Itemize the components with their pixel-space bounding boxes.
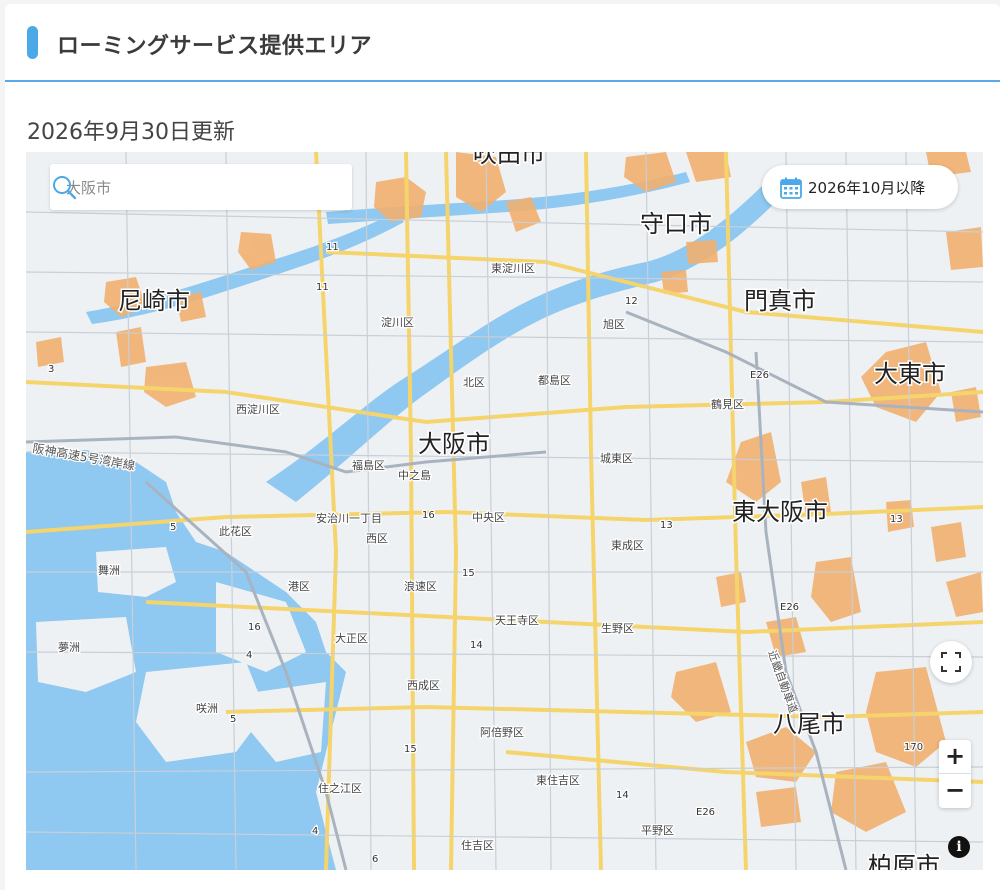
calendar-icon: [780, 177, 802, 199]
road-number: 14: [616, 790, 629, 801]
search-input[interactable]: [64, 164, 308, 212]
ward-label: 咲洲: [196, 701, 218, 715]
road-number: 170: [904, 742, 923, 753]
ward-label: 西区: [366, 532, 388, 545]
roaming-area-panel: ローミングサービス提供エリア 2026年9月30日更新 吹田市 守口市 尼崎市 …: [5, 4, 1000, 890]
ward-label: 鶴見区: [711, 397, 744, 411]
road-number: 4: [312, 826, 318, 837]
road-number: 15: [462, 568, 475, 579]
city-label: 吹田市: [473, 152, 545, 168]
road-number: 5: [230, 714, 236, 725]
ward-label: 平野区: [641, 824, 674, 837]
road-number: 12: [625, 296, 638, 307]
city-label: 柏原市: [868, 852, 940, 870]
section-header: ローミングサービス提供エリア: [5, 4, 1000, 82]
city-label: 守口市: [640, 210, 712, 238]
search-icon[interactable]: [50, 173, 78, 201]
info-icon[interactable]: i: [948, 836, 970, 858]
ward-label: 都島区: [538, 373, 571, 387]
ward-label: 東成区: [611, 539, 644, 552]
ward-label: 北区: [463, 376, 485, 389]
zoom-controls: + −: [939, 740, 971, 808]
city-label: 大東市: [874, 360, 946, 388]
date-filter-label: 2026年10月以降: [808, 179, 926, 197]
ward-label: 港区: [288, 580, 310, 593]
city-label: 東大阪市: [732, 498, 828, 526]
city-label: 門真市: [744, 287, 816, 315]
ward-label: 東淀川区: [491, 261, 535, 275]
header-accent-bar: [27, 26, 38, 59]
ward-label: 浪速区: [404, 579, 437, 593]
ward-label: 住之江区: [318, 781, 362, 795]
road-number: 13: [890, 514, 903, 525]
ward-label: 此花区: [219, 525, 252, 538]
road-number: 3: [48, 364, 54, 375]
road-number: 15: [404, 744, 417, 755]
road-number: 11: [316, 282, 329, 293]
road-number: E26: [750, 370, 769, 381]
ward-label: 住吉区: [461, 838, 494, 852]
ward-label: 中央区: [472, 511, 505, 524]
zoom-out-button[interactable]: −: [939, 774, 971, 807]
search-box[interactable]: [50, 164, 352, 212]
map-canvas[interactable]: 吹田市 守口市 尼崎市 門真市 大東市 大阪市 東大阪市 八尾市 柏原市 東淀川…: [26, 152, 983, 870]
ward-label: 天王寺区: [495, 614, 539, 627]
ward-label: 夢洲: [58, 641, 80, 654]
road-number: 11: [326, 242, 339, 253]
city-label: 尼崎市: [118, 287, 190, 315]
road-number: 13: [660, 520, 673, 531]
ward-label: 淀川区: [381, 315, 414, 329]
road-number: 14: [470, 640, 483, 651]
ward-label: 中之島: [398, 468, 431, 482]
coverage-map[interactable]: 吹田市 守口市 尼崎市 門真市 大東市 大阪市 東大阪市 八尾市 柏原市 東淀川…: [26, 152, 983, 870]
ward-label: 西淀川区: [236, 402, 280, 416]
ward-label: 城東区: [600, 452, 633, 465]
page-title: ローミングサービス提供エリア: [57, 34, 373, 59]
date-filter-button[interactable]: 2026年10月以降: [762, 165, 958, 209]
ward-label: 阿倍野区: [480, 725, 524, 739]
road-number: E26: [780, 602, 799, 613]
city-label: 八尾市: [773, 710, 845, 738]
city-label: 大阪市: [418, 430, 490, 458]
road-number: 16: [248, 622, 261, 633]
ward-label: 旭区: [603, 317, 625, 331]
zoom-in-button[interactable]: +: [939, 740, 971, 774]
fullscreen-button[interactable]: [930, 641, 972, 683]
fullscreen-icon: [941, 652, 961, 672]
road-number: 4: [246, 650, 252, 661]
updated-date: 2026年9月30日更新: [27, 120, 235, 145]
ward-label: 大正区: [335, 631, 368, 645]
ward-label: 安治川一丁目: [316, 511, 382, 525]
road-number: 6: [372, 854, 378, 865]
ward-label: 西成区: [407, 679, 440, 692]
ward-label: 生野区: [601, 621, 634, 635]
road-number: E26: [696, 807, 715, 818]
ward-label: 舞洲: [98, 564, 120, 577]
road-number: 5: [170, 522, 176, 533]
ward-label: 東住吉区: [536, 773, 580, 787]
road-number: 16: [422, 510, 435, 521]
ward-label: 福島区: [352, 458, 385, 472]
